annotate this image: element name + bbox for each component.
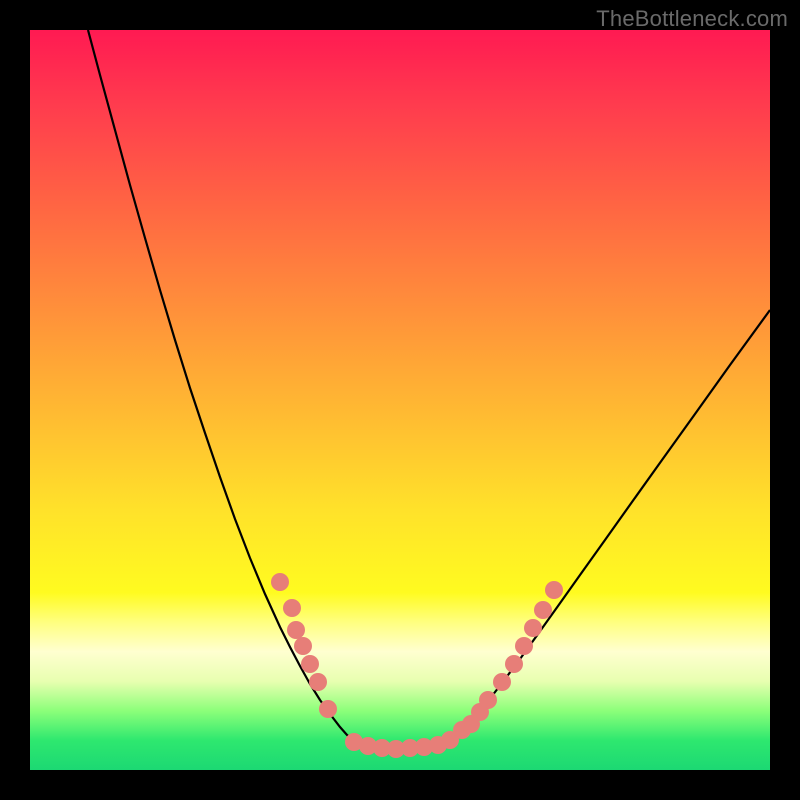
watermark-text: TheBottleneck.com [596, 6, 788, 31]
chart-container: TheBottleneck.com [0, 0, 800, 800]
watermark: TheBottleneck.com [596, 6, 788, 32]
plot-area [30, 30, 770, 770]
